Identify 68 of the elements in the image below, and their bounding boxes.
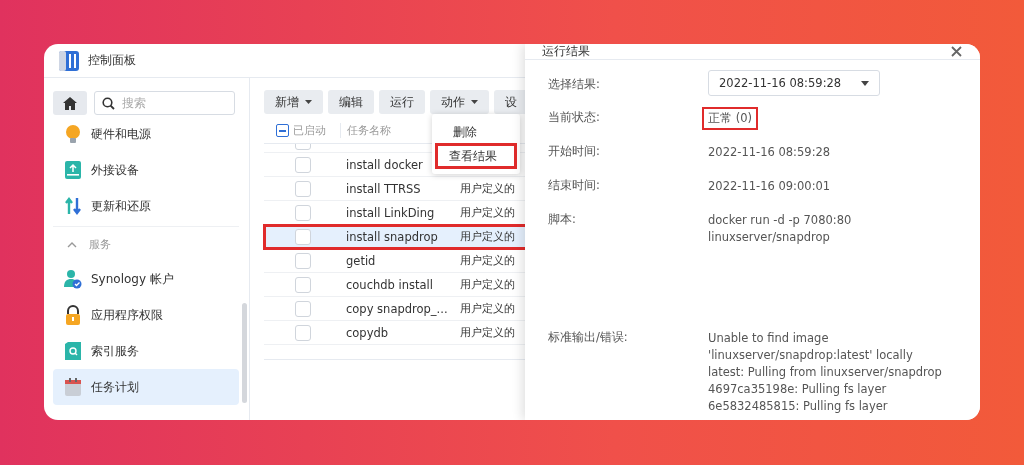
enable-checkbox[interactable] <box>295 204 311 221</box>
field-value: 2022-11-16 08:59:28 <box>707 144 832 161</box>
field-value: 2022-11-16 09:00:01 <box>707 178 832 195</box>
lock-icon <box>64 305 82 325</box>
chevron-icon <box>67 240 77 248</box>
sidebar-item[interactable]: 应用程序权限 <box>53 297 239 333</box>
calendar-icon <box>64 377 82 397</box>
user-check-icon <box>64 269 82 289</box>
field-value: Unable to find image 'linuxserver/snapdrop:latest' locally latest: Pulling from linuxserver/snapdrop 4697ca35198e: Pulling fs layer 6e5832485815: Pulling fs layer <box>707 330 943 415</box>
sync-arrows-icon <box>64 196 82 216</box>
table-cell-text: install LinkDing <box>345 205 436 220</box>
toolbar-button[interactable]: 新增 <box>264 90 323 114</box>
table-cell-text: install snapdrop <box>345 229 439 244</box>
column-header: 已启动 <box>293 123 326 138</box>
table-cell: 用户定义的 <box>460 277 515 292</box>
caret-icon <box>861 80 869 86</box>
table-cell: 用户定义的 <box>460 181 515 196</box>
field-label: 标准输出/错误: <box>548 329 629 346</box>
toolbar-button[interactable]: 设 <box>494 90 528 114</box>
enable-checkbox[interactable] <box>295 252 311 269</box>
table-cell: 用户定义的 <box>460 205 515 220</box>
sidebar-item[interactable]: 外接设备 <box>53 152 239 188</box>
table-cell-text: copydb <box>345 325 390 340</box>
sidebar-item[interactable]: 硬件和电源 <box>53 116 239 152</box>
home-button[interactable] <box>53 91 87 115</box>
home-icon <box>63 96 77 110</box>
enable-checkbox[interactable] <box>295 156 311 173</box>
window-title: 控制面板 <box>88 52 136 69</box>
toolbar-button[interactable]: 编辑 <box>328 90 374 114</box>
search-icon <box>102 97 115 110</box>
table-cell-text: install TTRSS <box>345 181 422 196</box>
close-icon[interactable] <box>951 46 962 57</box>
toolbar-button[interactable]: 运行 <box>379 90 425 114</box>
enable-checkbox[interactable] <box>295 324 311 341</box>
field-label: 结束时间: <box>548 177 601 194</box>
sidebar-item[interactable]: 任务计划 <box>53 369 239 405</box>
enable-checkbox[interactable] <box>295 300 311 317</box>
table-cell-text: couchdb install <box>345 277 434 292</box>
search-field[interactable]: 搜索 <box>94 91 235 115</box>
lightbulb-icon <box>64 124 82 144</box>
scrollbar[interactable] <box>242 303 247 403</box>
upload-drive-icon <box>64 160 82 180</box>
table-cell-text: getid <box>345 253 377 268</box>
field-label: 脚本: <box>548 211 577 228</box>
select-all-checkbox[interactable] <box>276 124 289 137</box>
table-cell-text: install docker <box>345 157 424 172</box>
table-cell: 用户定义的 <box>460 229 515 244</box>
document-search-icon <box>64 341 82 361</box>
field-label: 选择结果: <box>548 76 601 93</box>
table-cell: 用户定义的 <box>460 253 515 268</box>
field-label: 当前状态: <box>548 109 601 126</box>
sidebar-item[interactable]: 索引服务 <box>53 333 239 369</box>
field-label: 开始时间: <box>548 143 601 160</box>
toolbar-button[interactable]: 动作 <box>430 90 489 114</box>
sidebar-item[interactable]: Synology 帐户 <box>53 261 239 297</box>
sidebar-item[interactable]: 更新和还原 <box>53 188 239 224</box>
enable-checkbox[interactable] <box>295 228 311 245</box>
enable-checkbox[interactable] <box>295 180 311 197</box>
field-value: docker run -d -p 7080:80 linuxserver/snapdrop <box>707 212 853 246</box>
table-row[interactable]: install snapdrop 用户定义的 <box>264 225 528 249</box>
table-cell: 用户定义的 <box>460 301 515 316</box>
dialog-title: 运行结果 <box>542 44 590 59</box>
table-cell: 用户定义的 <box>460 325 515 340</box>
control-panel-icon <box>58 49 80 72</box>
table-cell-text: copy snapdrop_... <box>345 301 449 316</box>
enable-checkbox[interactable] <box>295 276 311 293</box>
field-value: 正常 (0) <box>702 107 758 130</box>
result-select[interactable]: 2022-11-16 08:59:28 <box>708 70 880 96</box>
